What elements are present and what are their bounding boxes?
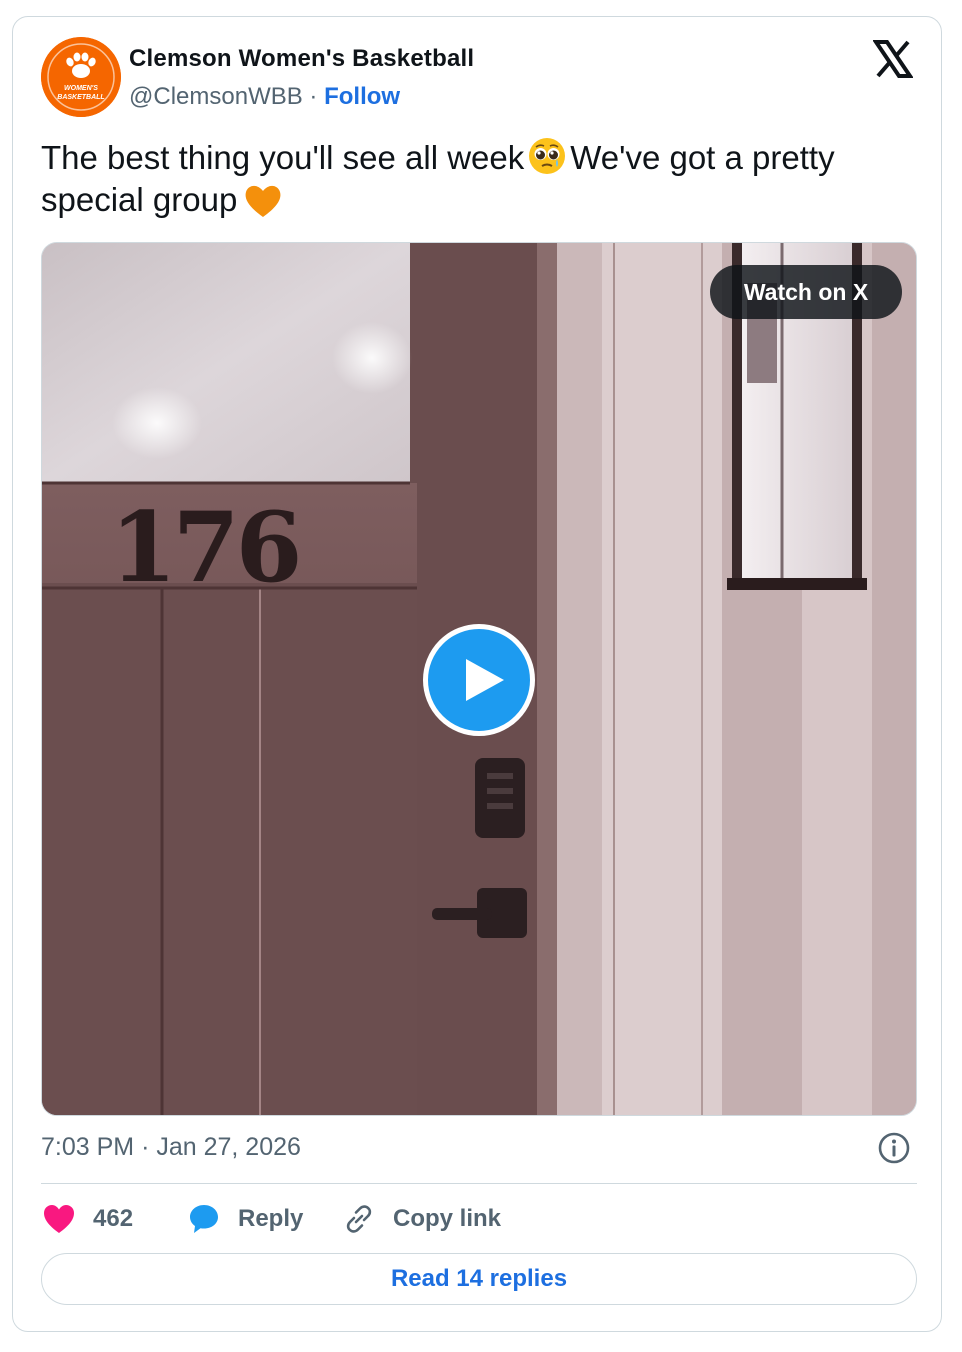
pleading-face-emoji-icon	[528, 137, 566, 175]
tweet-timestamp[interactable]: 7:03 PM · Jan 27, 2026	[41, 1133, 301, 1162]
copy-link-label: Copy link	[393, 1205, 502, 1232]
x-logo-icon[interactable]	[872, 39, 914, 79]
watch-on-x-button[interactable]: Watch on X	[710, 265, 902, 319]
link-icon	[346, 1205, 372, 1233]
info-icon[interactable]	[877, 1131, 911, 1165]
svg-text:WOMEN'S: WOMEN'S	[64, 85, 98, 92]
tweet-text-part1: The best thing you'll see all week	[41, 139, 525, 176]
read-replies-button[interactable]: Read 14 replies	[41, 1253, 917, 1305]
tweet-time: 7:03 PM	[41, 1133, 135, 1161]
orange-heart-emoji-icon	[243, 181, 283, 219]
copy-link-button[interactable]: Copy link	[343, 1201, 501, 1237]
tweet-date: Jan 27, 2026	[156, 1133, 301, 1161]
timestamp-separator: ·	[141, 1133, 150, 1161]
tweet-card: WOMEN'S BASKETBALL Clemson Women's Baske…	[12, 16, 942, 1332]
author-handle-row: @ClemsonWBB · Follow	[129, 83, 400, 111]
tweet-text: The best thing you'll see all week We've…	[41, 137, 901, 221]
like-button[interactable]: 462	[43, 1201, 133, 1237]
tiger-paw-logo: WOMEN'S BASKETBALL	[41, 37, 121, 117]
author-handle[interactable]: @ClemsonWBB	[129, 83, 303, 110]
reply-label: Reply	[238, 1205, 304, 1232]
reply-bubble-icon	[190, 1205, 218, 1233]
play-icon	[466, 659, 504, 701]
like-count: 462	[93, 1205, 134, 1232]
svg-text:BASKETBALL: BASKETBALL	[57, 94, 104, 101]
play-button[interactable]	[423, 624, 535, 736]
door-number: 176	[110, 491, 298, 604]
author-name[interactable]: Clemson Women's Basketball	[129, 45, 474, 73]
avatar[interactable]: WOMEN'S BASKETBALL	[41, 37, 121, 117]
heart-icon	[44, 1205, 74, 1233]
video-player[interactable]: 176 Watch on X	[41, 242, 917, 1116]
divider	[41, 1183, 917, 1184]
reply-button[interactable]: Reply	[188, 1201, 303, 1237]
handle-separator: ·	[309, 83, 318, 110]
follow-button[interactable]: Follow	[324, 83, 400, 110]
